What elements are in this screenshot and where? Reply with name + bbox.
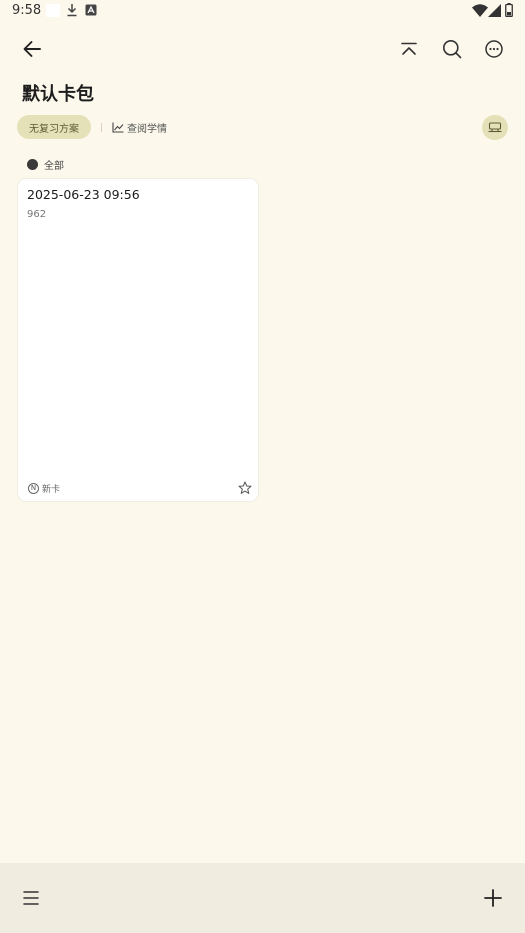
search-icon (443, 40, 462, 59)
back-arrow-icon (23, 41, 41, 57)
signal-icon (488, 4, 501, 17)
screen: 9:58 默认卡包 无复习方案 查阅学情 全部 2025-06-23 09:56… (0, 0, 525, 933)
review-plan-chip[interactable]: 无复习方案 (17, 115, 91, 139)
more-button[interactable] (479, 34, 509, 64)
battery-icon (505, 3, 513, 17)
filter-dot-icon (27, 158, 38, 170)
new-card-badge-icon: N (28, 483, 39, 494)
back-button[interactable] (16, 34, 48, 64)
status-bar: 9:58 (0, 0, 525, 22)
collapse-up-icon (401, 42, 417, 55)
page-title: 默认卡包 (22, 84, 94, 105)
star-icon[interactable] (238, 481, 252, 495)
card-item[interactable]: 2025-06-23 09:56 962 N 新卡 (17, 178, 259, 502)
add-icon[interactable] (482, 887, 504, 909)
wifi-icon (472, 4, 488, 17)
review-mode-button[interactable] (482, 115, 508, 140)
card-type-label: 新卡 (42, 485, 61, 495)
filter-all-tag[interactable]: 全部 (27, 156, 64, 172)
card-title: 2025-06-23 09:56 (27, 187, 140, 202)
more-dots-icon (485, 40, 503, 58)
search-button[interactable] (437, 34, 467, 64)
review-plan-label: 无复习方案 (29, 123, 79, 135)
card-content: 962 (27, 209, 47, 220)
menu-icon[interactable] (20, 887, 42, 909)
chip-divider (101, 123, 102, 132)
download-icon (67, 4, 77, 17)
status-time: 9:58 (12, 3, 42, 18)
learning-stats-link[interactable]: 查阅学情 (112, 118, 167, 136)
filter-all-label: 全部 (44, 160, 64, 172)
card-stack-icon (488, 122, 502, 133)
trend-chart-icon (112, 122, 124, 133)
bottom-bar (0, 863, 525, 933)
learning-stats-label: 查阅学情 (127, 123, 167, 135)
collapse-button[interactable] (394, 34, 424, 64)
app-a-icon (85, 4, 97, 16)
card-type: N 新卡 (28, 482, 60, 495)
white-square-icon (46, 4, 60, 17)
